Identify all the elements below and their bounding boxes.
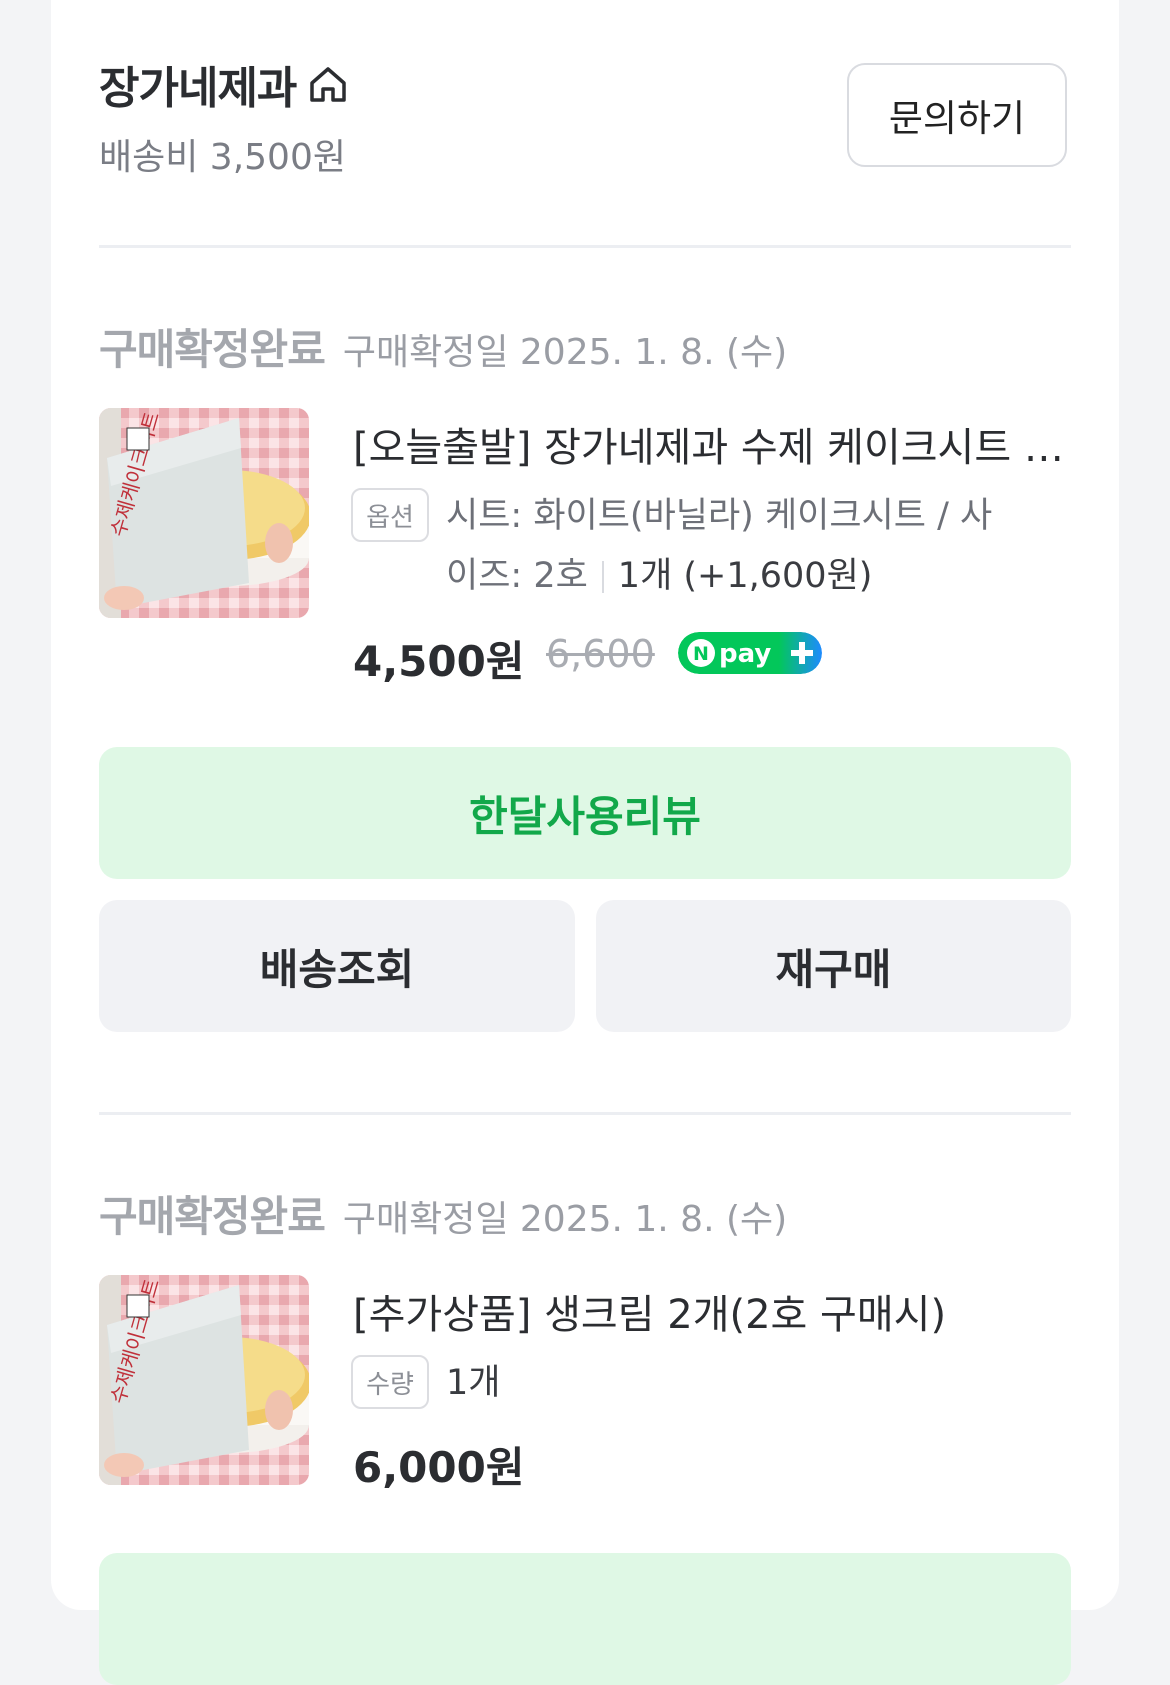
month-review-button-partial[interactable]	[99, 1553, 1071, 1685]
order-status-row: 구매확정완료 구매확정일 2025. 1. 8. (수)	[99, 1183, 787, 1244]
order-status: 구매확정완료	[99, 1192, 326, 1241]
quantity-tag: 수량	[351, 1355, 429, 1409]
seller-name: 장가네제과	[99, 63, 297, 114]
separator	[601, 561, 604, 593]
npay-plus-badge: N pay	[678, 632, 822, 674]
divider	[99, 1112, 1071, 1115]
sale-price: 4,500원	[353, 637, 525, 686]
divider	[99, 245, 1071, 248]
option-tag: 옵션	[351, 488, 429, 542]
product-thumbnail[interactable]: 수제케이크시트	[99, 408, 309, 618]
order-status-row: 구매확정완료 구매확정일 2025. 1. 8. (수)	[99, 316, 787, 377]
inquiry-button[interactable]: 문의하기	[847, 63, 1067, 167]
option-line: 시트: 화이트(바닐라) 케이크시트 / 사	[446, 496, 993, 536]
npay-text: pay	[719, 639, 771, 669]
seller-header[interactable]: 장가네제과	[99, 52, 350, 116]
option-size: 이즈: 2호	[446, 556, 588, 596]
quantity-value: 1개	[446, 1363, 501, 1403]
product-name[interactable]: [추가상품] 생크림 2개(2호 구매시)	[353, 1282, 1073, 1340]
month-review-button[interactable]: 한달사용리뷰	[99, 747, 1071, 879]
option-details: 시트: 화이트(바닐라) 케이크시트 / 사 이즈: 2호 1개 (+1,600원…	[446, 486, 1066, 606]
product-name[interactable]: [오늘출발] 장가네제과 수제 케이크시트 (화이트/초코) 1~3호 빵시트	[353, 415, 1068, 473]
original-price: 6,600	[546, 632, 655, 676]
confirm-date: 구매확정일 2025. 1. 8. (수)	[342, 332, 788, 373]
shipping-fee: 배송비 3,500원	[99, 137, 346, 178]
rebuy-button[interactable]: 재구매	[596, 900, 1071, 1032]
home-icon	[310, 67, 347, 102]
order-status: 구매확정완료	[99, 325, 326, 374]
delivery-tracking-button[interactable]: 배송조회	[99, 900, 575, 1032]
product-thumbnail[interactable]: 수제케이크시트	[99, 1275, 309, 1485]
option-quantity: 1개 (+1,600원)	[617, 556, 873, 596]
svg-text:N: N	[693, 643, 709, 665]
confirm-date: 구매확정일 2025. 1. 8. (수)	[342, 1199, 788, 1240]
option-line-2: 이즈: 2호 1개 (+1,600원)	[446, 546, 1066, 606]
sale-price: 6,000원	[353, 1443, 525, 1492]
